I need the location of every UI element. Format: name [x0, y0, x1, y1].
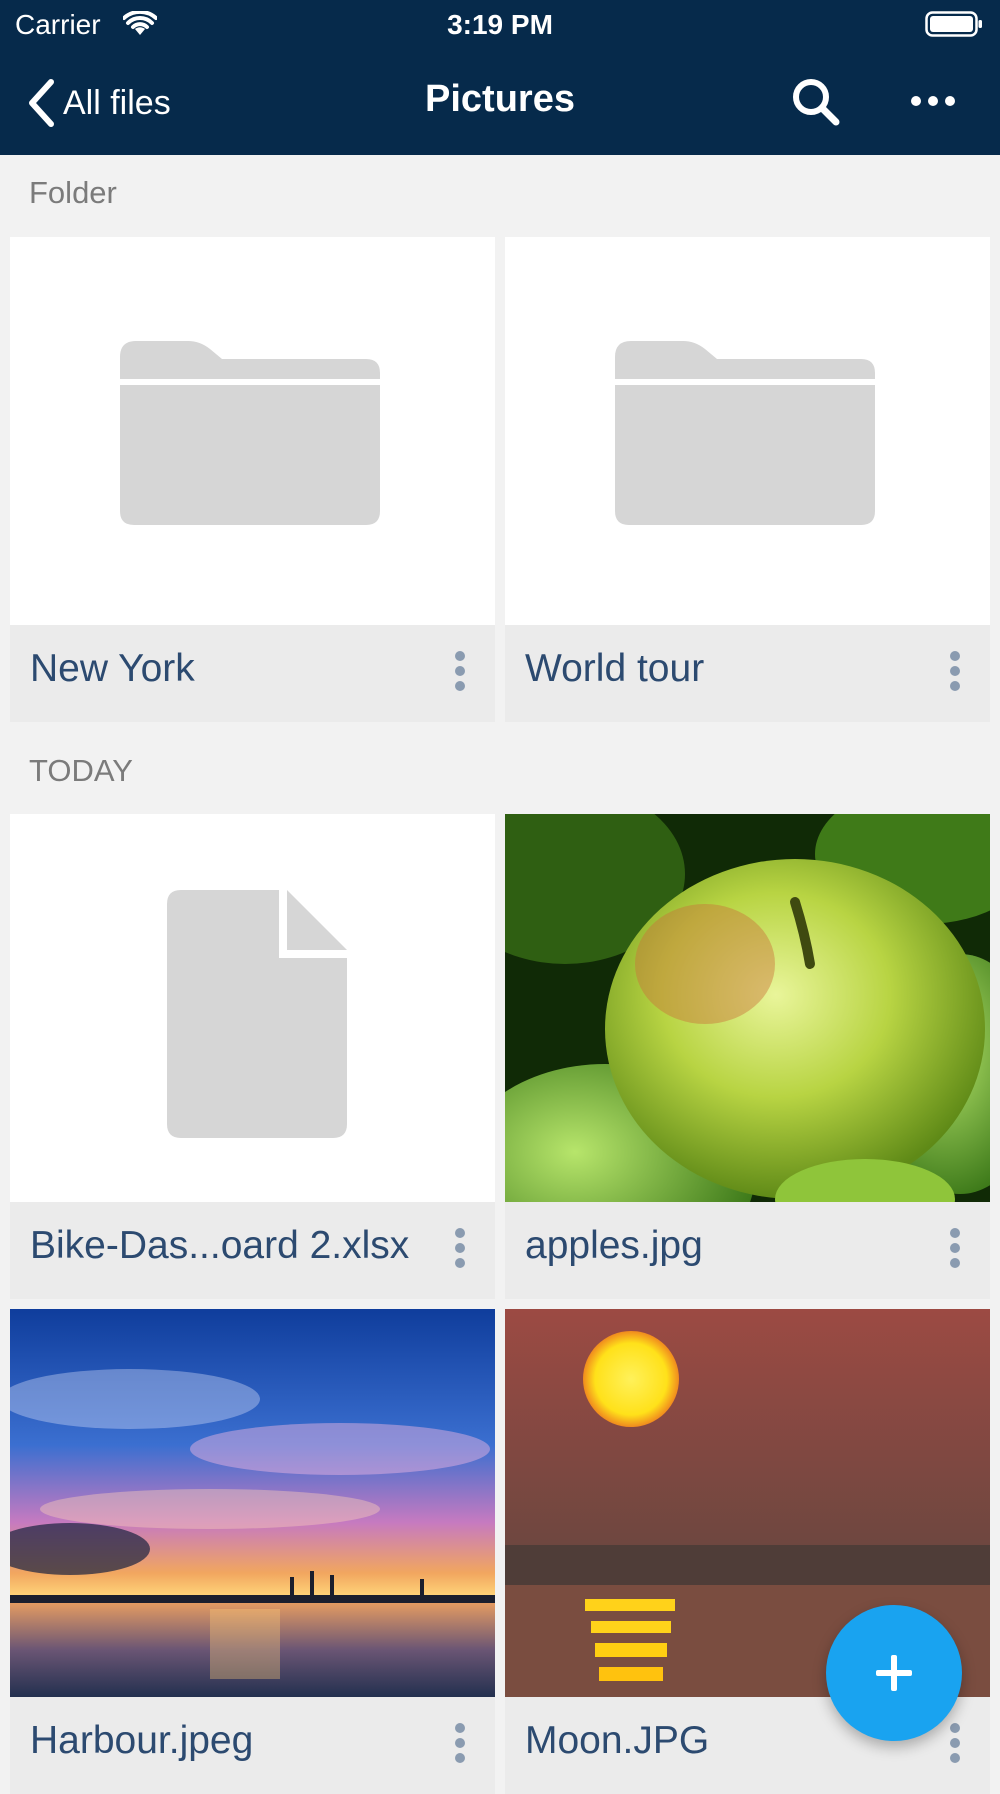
folder-name: New York: [30, 647, 195, 690]
add-button[interactable]: [826, 1605, 962, 1741]
more-options-icon[interactable]: [948, 651, 962, 695]
folder-thumbnail: [505, 237, 990, 625]
more-options-icon[interactable]: [948, 1228, 962, 1272]
apples-image: [505, 814, 990, 1202]
plus-icon: [876, 1655, 912, 1691]
search-icon[interactable]: [790, 76, 842, 128]
file-name: apples.jpg: [525, 1224, 703, 1267]
folder-name: World tour: [525, 647, 705, 690]
tile-caption: Bike-Das...oard 2.xlsx: [10, 1202, 495, 1299]
harbour-image: [10, 1309, 495, 1697]
clock: 3:19 PM: [447, 9, 553, 40]
file-tile[interactable]: Harbour.jpeg: [10, 1309, 495, 1794]
file-tile[interactable]: Bike-Das...oard 2.xlsx: [10, 814, 495, 1299]
folder-tile[interactable]: World tour: [505, 237, 990, 722]
folder-icon: [615, 341, 875, 525]
more-options-icon[interactable]: [948, 1723, 962, 1767]
section-label: Folder: [29, 175, 117, 210]
section-header-folder: Folder: [0, 155, 1000, 225]
battery-icon: [925, 11, 982, 37]
more-icon[interactable]: [910, 80, 956, 122]
image-thumbnail: [505, 814, 990, 1202]
tile-caption: World tour: [505, 625, 990, 722]
status-bar: Carrier 3:19 PM: [0, 0, 1000, 50]
navigation-bar: Carrier 3:19 PM All files Pictures: [0, 0, 1000, 155]
folder-icon: [120, 341, 380, 525]
back-label: All files: [63, 83, 171, 122]
document-icon: [167, 890, 347, 1138]
folder-tile[interactable]: New York: [10, 237, 495, 722]
tile-caption: Harbour.jpeg: [10, 1697, 495, 1794]
section-label: TODAY: [29, 753, 133, 788]
file-name: Bike-Das...oard 2.xlsx: [30, 1224, 410, 1267]
more-options-icon[interactable]: [453, 1723, 467, 1767]
page-title: Pictures: [425, 78, 575, 120]
chevron-left-icon: [29, 79, 54, 127]
more-options-icon[interactable]: [453, 1228, 467, 1272]
tile-caption: New York: [10, 625, 495, 722]
file-thumbnail: [10, 814, 495, 1202]
file-name: Harbour.jpeg: [30, 1719, 254, 1762]
file-name: Moon.JPG: [525, 1719, 710, 1762]
section-header-today: TODAY: [0, 733, 1000, 803]
folder-thumbnail: [10, 237, 495, 625]
tile-caption: apples.jpg: [505, 1202, 990, 1299]
file-tile[interactable]: apples.jpg: [505, 814, 990, 1299]
more-options-icon[interactable]: [453, 651, 467, 695]
back-button[interactable]: All files: [27, 76, 171, 130]
image-thumbnail: [10, 1309, 495, 1697]
